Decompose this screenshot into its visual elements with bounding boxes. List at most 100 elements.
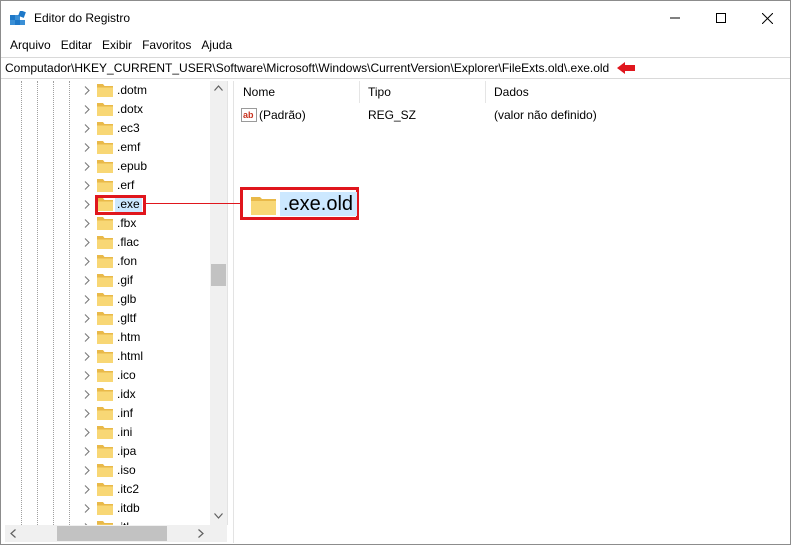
value-type: REG_SZ (368, 108, 417, 122)
chevron-right-icon[interactable] (83, 219, 91, 228)
menu-ajuda[interactable]: Ajuda (196, 35, 237, 55)
tree-item[interactable]: .ec3 (5, 119, 210, 138)
tree-vertical-scrollbar[interactable] (210, 81, 227, 525)
folder-icon (97, 122, 113, 135)
folder-icon (251, 197, 276, 215)
menu-arquivo[interactable]: Arquivo (5, 35, 56, 55)
chevron-right-icon[interactable] (83, 409, 91, 418)
tree-item[interactable]: .inf (5, 404, 210, 423)
chevron-right-icon[interactable] (83, 257, 91, 266)
minimize-button[interactable] (652, 1, 698, 35)
tree-item-label: .inf (117, 406, 134, 420)
chevron-right-icon[interactable] (83, 238, 91, 247)
tree-item[interactable]: .idx (5, 385, 210, 404)
tree-item[interactable]: .html (5, 347, 210, 366)
folder-icon (97, 179, 113, 192)
tree-item-label: .fbx (117, 216, 137, 230)
scrollbar-corner (210, 525, 227, 542)
window-title: Editor do Registro (34, 11, 131, 25)
tree-item[interactable]: .gif (5, 271, 210, 290)
values-list[interactable]: Nome Tipo Dados ab (Padrão) REG_SZ (valo… (235, 81, 789, 543)
chevron-right-icon[interactable] (83, 485, 91, 494)
tree-item[interactable]: .emf (5, 138, 210, 157)
tree-item[interactable]: .epub (5, 157, 210, 176)
folder-icon (97, 350, 113, 363)
tree-item[interactable]: .flac (5, 233, 210, 252)
horizontal-scroll-thumb[interactable] (57, 526, 167, 541)
tree-item-label: .ec3 (117, 121, 140, 135)
tree-item-label: .glb (117, 292, 137, 306)
tree-item[interactable]: .erf (5, 176, 210, 195)
address-path[interactable]: Computador\HKEY_CURRENT_USER\Software\Mi… (5, 61, 609, 75)
folder-icon (97, 426, 113, 439)
column-header-data[interactable]: Dados (486, 81, 786, 103)
menu-exibir[interactable]: Exibir (97, 35, 137, 55)
chevron-right-icon[interactable] (83, 390, 91, 399)
key-tree[interactable]: .dotm .dotx .ec3 .emf .epub .erf .exe .fbx .flac… (5, 81, 228, 525)
chevron-right-icon[interactable] (83, 314, 91, 323)
tree-item[interactable]: .gltf (5, 309, 210, 328)
folder-icon (97, 141, 113, 154)
value-data: (valor não definido) (494, 108, 597, 122)
tree-item[interactable]: .ini (5, 423, 210, 442)
scroll-down-icon[interactable] (214, 513, 223, 519)
chevron-right-icon[interactable] (83, 181, 91, 190)
maximize-button[interactable] (698, 1, 744, 35)
folder-icon (97, 369, 113, 382)
folder-icon (97, 236, 113, 249)
column-header-type[interactable]: Tipo (360, 81, 486, 103)
scroll-up-icon[interactable] (214, 85, 223, 91)
vertical-scroll-thumb[interactable] (211, 264, 226, 286)
tree-item[interactable]: .dotm (5, 81, 210, 100)
value-row[interactable]: ab (Padrão) REG_SZ (valor não definido) (235, 106, 789, 124)
chevron-right-icon[interactable] (83, 295, 91, 304)
chevron-right-icon[interactable] (83, 86, 91, 95)
chevron-right-icon[interactable] (83, 124, 91, 133)
tree-item-label: .epub (117, 159, 148, 173)
value-name: (Padrão) (259, 108, 306, 122)
tree-item[interactable]: .dotx (5, 100, 210, 119)
tree-item[interactable]: .fon (5, 252, 210, 271)
tree-horizontal-scrollbar[interactable] (5, 525, 210, 542)
chevron-right-icon[interactable] (83, 428, 91, 437)
chevron-right-icon[interactable] (83, 333, 91, 342)
tree-item[interactable]: .glb (5, 290, 210, 309)
tree-item-label: .htm (117, 330, 141, 344)
column-header-name[interactable]: Nome (235, 81, 360, 103)
scroll-right-icon[interactable] (198, 529, 204, 538)
tree-item[interactable]: .ico (5, 366, 210, 385)
chevron-right-icon[interactable] (83, 447, 91, 456)
tree-item[interactable]: .fbx (5, 214, 210, 233)
chevron-right-icon[interactable] (83, 504, 91, 513)
chevron-right-icon[interactable] (83, 371, 91, 380)
chevron-right-icon[interactable] (83, 162, 91, 171)
folder-icon (97, 464, 113, 477)
address-bar[interactable]: Computador\HKEY_CURRENT_USER\Software\Mi… (1, 57, 790, 79)
chevron-right-icon[interactable] (83, 466, 91, 475)
close-button[interactable] (744, 1, 790, 35)
chevron-right-icon[interactable] (83, 143, 91, 152)
folder-icon (97, 255, 113, 268)
scroll-left-icon[interactable] (10, 529, 16, 538)
close-icon (761, 12, 773, 24)
tree-item[interactable]: .itdb (5, 499, 210, 518)
chevron-right-icon[interactable] (83, 200, 91, 209)
pane-splitter[interactable] (229, 81, 234, 543)
registry-editor-app-icon (10, 11, 26, 25)
folder-icon (97, 293, 113, 306)
string-value-icon: ab (241, 108, 257, 122)
registry-editor-window: Editor do Registro Arquivo Editar Exibir… (0, 0, 791, 545)
chevron-right-icon[interactable] (83, 105, 91, 114)
tree-item[interactable]: .ipa (5, 442, 210, 461)
menu-editar[interactable]: Editar (56, 35, 97, 55)
folder-icon (97, 103, 113, 116)
tree-item[interactable]: .itc2 (5, 480, 210, 499)
tree-item[interactable]: .itl (5, 518, 210, 525)
tree-item[interactable]: .iso (5, 461, 210, 480)
tree-item-label: .erf (117, 178, 135, 192)
chevron-right-icon[interactable] (83, 352, 91, 361)
tree-item[interactable]: .htm (5, 328, 210, 347)
chevron-right-icon[interactable] (83, 276, 91, 285)
menu-favoritos[interactable]: Favoritos (137, 35, 196, 55)
folder-icon (97, 502, 113, 515)
